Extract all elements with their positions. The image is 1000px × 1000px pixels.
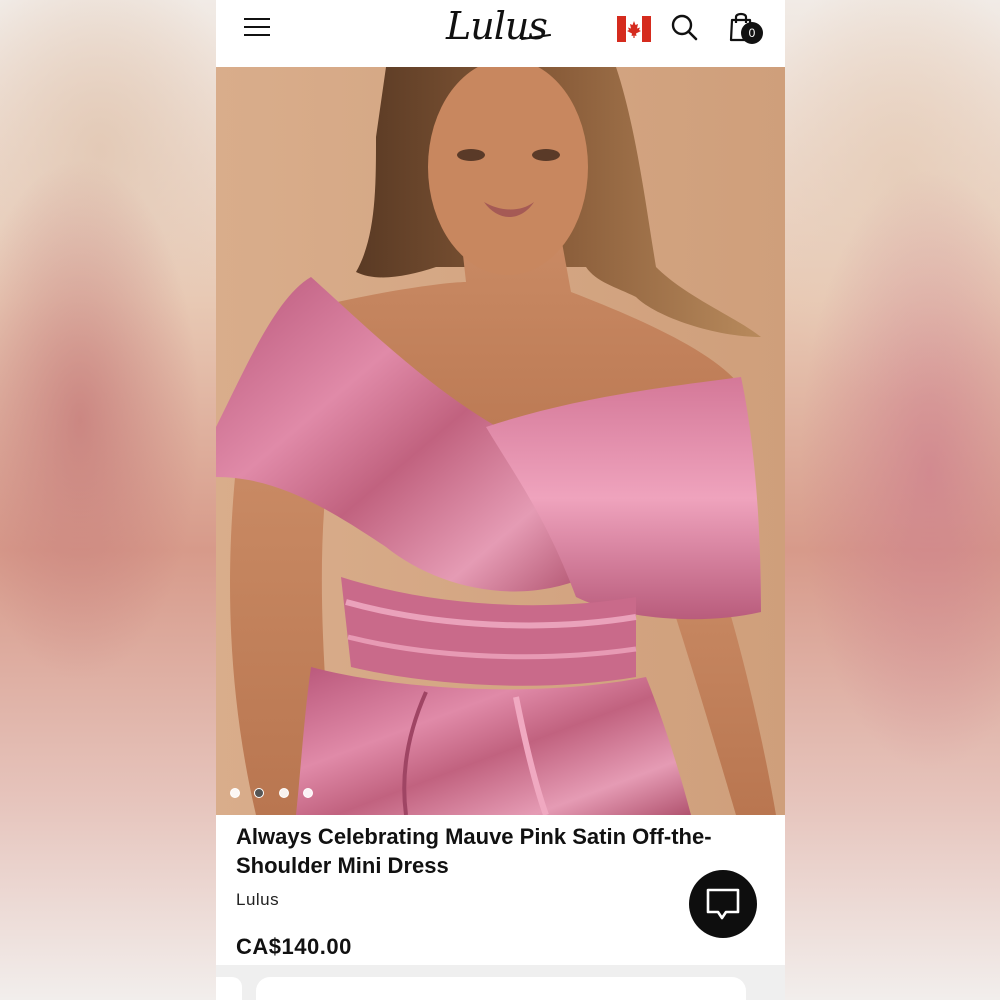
product-brand[interactable]: Lulus <box>236 890 279 910</box>
chat-bubble-icon <box>706 888 740 920</box>
menu-icon[interactable] <box>242 14 272 40</box>
search-icon[interactable] <box>669 12 699 42</box>
product-price: CA$140.00 <box>236 934 352 959</box>
product-title: Always Celebrating Mauve Pink Satin Off-… <box>236 824 712 878</box>
carousel-dot-3[interactable] <box>279 788 289 798</box>
carousel-dot-4[interactable] <box>303 788 313 798</box>
bottom-toolbar <box>216 965 785 1000</box>
product-image[interactable] <box>216 67 785 815</box>
site-header: Lulus 0 <box>216 0 785 67</box>
bottom-action-bar[interactable] <box>256 977 746 1000</box>
lulus-logo[interactable]: Lulus <box>446 2 548 50</box>
chat-button[interactable] <box>689 870 757 938</box>
bottom-left-button[interactable] <box>216 977 242 1000</box>
cart-count-badge: 0 <box>741 22 763 44</box>
product-page: Lulus 0 Always Celebrating Mauve Pink Sa… <box>216 0 785 1000</box>
model-photo <box>216 67 785 815</box>
canada-flag-icon[interactable] <box>617 16 651 42</box>
carousel-dot-2[interactable] <box>254 788 264 798</box>
carousel-dot-1[interactable] <box>230 788 240 798</box>
